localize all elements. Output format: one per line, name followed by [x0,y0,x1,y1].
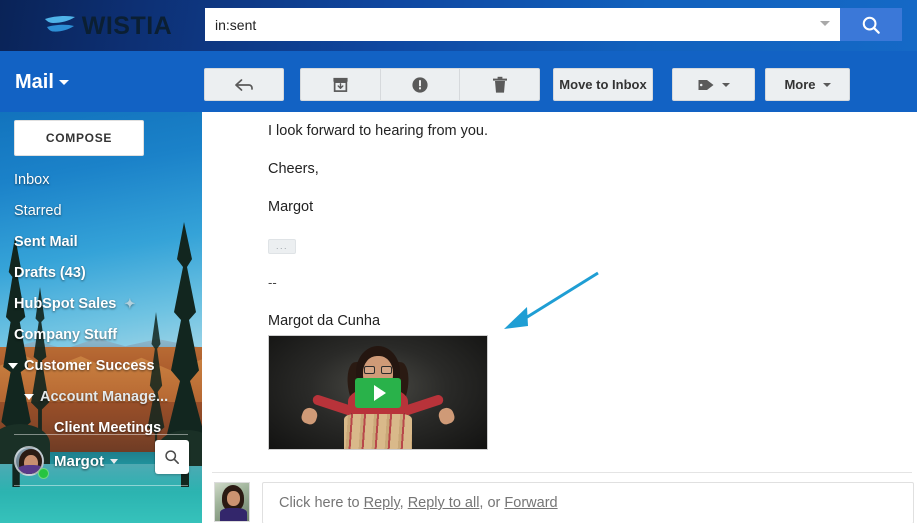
wistia-logo[interactable]: WISTIA [20,6,195,46]
search-bar [205,8,902,41]
chevron-down-icon [722,82,730,87]
reply-divider [212,472,912,473]
message-line: I look forward to hearing from you. [268,123,489,139]
play-button-icon[interactable] [355,377,401,408]
reply-arrow-icon [235,78,253,91]
compose-button[interactable]: COMPOSE [14,120,144,156]
gmail-window: WISTIA Mail [0,0,917,523]
video-thumbnail[interactable] [268,335,488,450]
search-icon [165,450,179,464]
reply-row: Click here to Reply, Reply to all, or Fo… [214,482,914,523]
reply-link[interactable]: Reply [364,495,400,511]
reply-sep-2: , or [479,495,505,511]
avatar [214,482,250,522]
message-actions-group [300,68,540,101]
tag-icon [698,79,714,90]
sidebar: COMPOSE Inbox Starred Sent Mail Drafts (… [0,112,202,523]
sidebar-item-drafts[interactable]: Drafts (43) [0,257,202,288]
sidebar-item-label: Customer Success [24,357,155,374]
user-name: Margot [54,452,104,470]
ellipsis-icon: ... [275,240,288,251]
sidebar-item-client-meetings[interactable]: Client Meetings [0,412,202,443]
sidebar-item-starred[interactable]: Starred [0,195,202,226]
archive-box-icon [333,77,348,92]
search-input[interactable] [205,8,840,41]
sidebar-item-account-management[interactable]: Account Manage... [0,381,202,412]
sidebar-item-company-stuff[interactable]: Company Stuff [0,319,202,350]
sidebar-item-hubspot-sales[interactable]: HubSpot Sales ✦ [0,288,202,319]
wistia-swoosh-icon [44,15,75,32]
sidebar-item-label: Company Stuff [14,326,118,343]
message-reading-pane: I look forward to hearing from you. Chee… [202,112,917,523]
sidebar-item-label: Starred [14,202,62,219]
signature-separator: -- [268,274,277,290]
reply-prompt: Click here to Reply, Reply to all, or Fo… [279,495,558,511]
sidebar-item-label: Account Manage... [40,388,169,405]
move-to-inbox-label: Move to Inbox [559,77,647,92]
chevron-down-icon [58,80,69,85]
message-line: Margot [268,198,314,215]
more-button[interactable]: More [765,68,850,101]
chevron-down-icon[interactable] [820,21,830,26]
signature-name: Margot da Cunha [268,313,381,330]
sidebar-item-label: Drafts (43) [14,264,86,281]
message-line: Cheers, [268,160,319,177]
reply-sep-1: , [399,495,408,511]
wistia-logo-text: WISTIA [81,11,173,40]
reply-input-box[interactable]: Click here to Reply, Reply to all, or Fo… [262,482,914,523]
reply-prompt-prefix: Click here to [279,495,364,511]
chevron-down-icon[interactable] [110,458,118,464]
app-header: WISTIA [0,0,917,51]
labels-button[interactable] [672,68,755,101]
sidebar-item-customer-success[interactable]: Customer Success [0,350,202,381]
archive-button[interactable] [301,69,381,100]
more-label: More [784,77,816,92]
sidebar-item-sent-mail[interactable]: Sent Mail [0,226,202,257]
report-spam-icon [412,76,428,93]
hubspot-sprocket-icon: ✦ [124,295,136,311]
move-to-inbox-button[interactable]: Move to Inbox [553,68,653,101]
back-button[interactable] [204,68,284,101]
search-icon [862,16,880,34]
sidebar-divider-bottom [14,485,188,486]
trash-icon [492,76,507,93]
chevron-down-icon [822,82,831,87]
mail-dropdown[interactable]: Mail [15,71,69,94]
show-trimmed-content-button[interactable]: ... [268,238,296,254]
sidebar-item-inbox[interactable]: Inbox [0,164,202,195]
sidebar-item-label: Sent Mail [14,233,78,250]
expand-triangle-icon[interactable] [24,393,34,400]
reply-all-link[interactable]: Reply to all [408,495,480,511]
forward-link[interactable]: Forward [504,495,557,511]
sidebar-divider-top [14,434,188,435]
sidebar-nav: Inbox Starred Sent Mail Drafts (43) HubS… [0,164,202,443]
sidebar-item-label: Inbox [14,171,50,188]
search-box[interactable] [205,8,840,41]
sidebar-search-button[interactable] [155,440,189,474]
search-button[interactable] [840,8,902,41]
delete-button[interactable] [460,69,539,100]
mail-dropdown-label: Mail [15,71,54,93]
online-status-dot [38,468,49,479]
sidebar-item-label: HubSpot Sales [14,295,117,312]
compose-label: COMPOSE [45,131,113,145]
report-spam-button[interactable] [381,69,461,100]
expand-triangle-icon[interactable] [8,362,18,369]
